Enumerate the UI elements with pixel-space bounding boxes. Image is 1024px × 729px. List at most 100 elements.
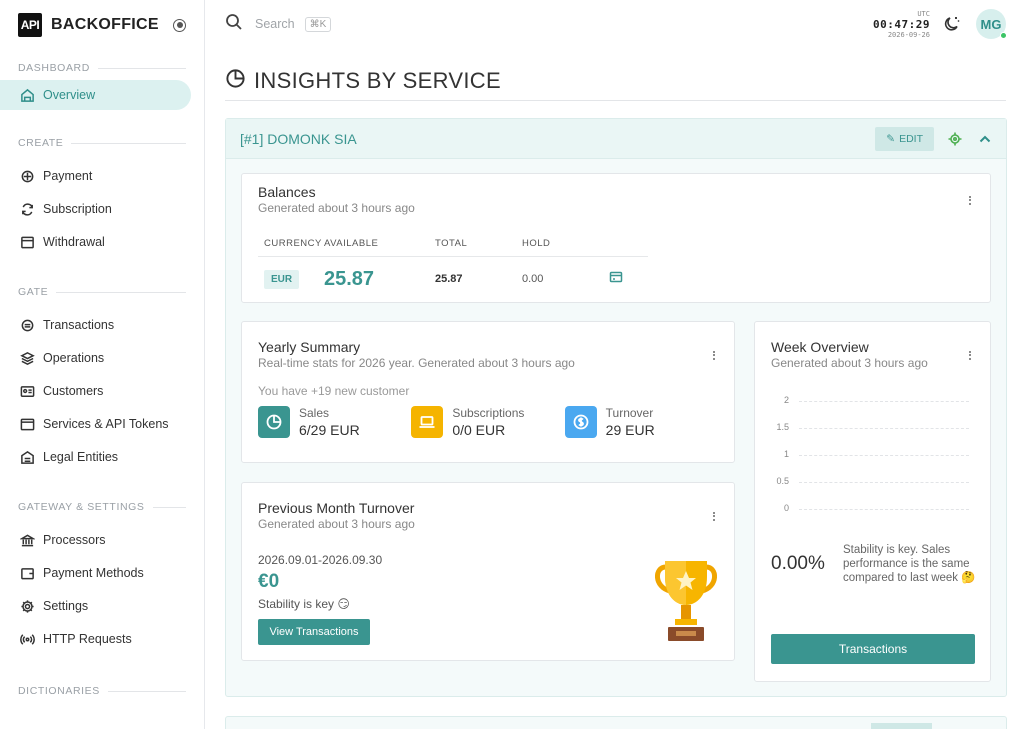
yearly-summary-card: Yearly Summary Real-time stats for 2026 …: [241, 321, 735, 463]
card-title: Balances: [258, 184, 316, 200]
grid-line: [799, 482, 969, 483]
card-title: Yearly Summary: [258, 339, 361, 355]
dollar-icon: [564, 406, 597, 438]
view-transactions-button[interactable]: View Transactions: [258, 619, 370, 645]
week-change-percent: 0.00%: [771, 553, 825, 574]
sidebar-item-label: Payment Methods: [43, 566, 144, 580]
stability-note: Stability is key 😏: [258, 597, 350, 611]
card-details-icon[interactable]: [609, 270, 623, 289]
card-subtitle: Generated about 3 hours ago: [258, 517, 415, 531]
y-tick-label: 0.5: [776, 476, 789, 486]
card-subtitle: Generated about 3 hours ago: [771, 356, 928, 370]
section-label-gate: GATE: [0, 282, 204, 302]
brand-logo: API: [18, 13, 42, 37]
sidebar-item-customers[interactable]: Customers: [0, 376, 191, 406]
stats-row: Sales 6/29 EUR Subscriptions 0/0 EUR Tur…: [258, 406, 718, 438]
grid-line: [799, 509, 969, 510]
grid-line: [799, 401, 969, 402]
turnover-amount: €0: [258, 571, 280, 592]
pie-chart-icon: [225, 68, 254, 94]
sidebar-item-subscription[interactable]: Subscription: [0, 194, 191, 224]
chevron-up-icon[interactable]: [978, 132, 992, 146]
refresh-icon: [19, 201, 35, 217]
y-tick-label: 2: [783, 395, 789, 405]
sidebar-item-operations[interactable]: Operations: [0, 343, 191, 373]
total-value: 25.87: [435, 273, 463, 285]
sidebar-item-label: Services & API Tokens: [43, 417, 169, 431]
sidebar-item-transactions[interactable]: Transactions: [0, 310, 191, 340]
next-service-panel: [225, 716, 1007, 729]
transactions-icon: [19, 317, 35, 333]
y-tick-label: 0: [783, 503, 789, 513]
pie-chart-icon: [258, 406, 290, 438]
edit-button[interactable]: [871, 723, 932, 729]
stat-turnover: Turnover 29 EUR: [564, 406, 718, 438]
grid-line: [799, 455, 969, 456]
y-tick-label: 1.5: [776, 422, 789, 432]
more-options-icon[interactable]: [968, 194, 972, 206]
page-title: INSIGHTS BY SERVICE: [225, 68, 1006, 101]
withdrawal-icon: [19, 234, 35, 250]
week-note: Stability is key. Sales performance is t…: [843, 544, 976, 584]
payment-icon: [19, 168, 35, 184]
new-customers-note: You have +19 new customer: [258, 384, 410, 398]
more-options-icon[interactable]: [968, 349, 972, 361]
sidebar-item-services-api-tokens[interactable]: Services & API Tokens: [0, 409, 191, 439]
available-value: 25.87: [324, 267, 375, 290]
sidebar-item-label: Legal Entities: [43, 450, 119, 464]
sidebar-item-http-requests[interactable]: HTTP Requests: [0, 624, 191, 654]
building-icon: [19, 449, 35, 465]
main-content: Search ⌘K UTC 00:47:29 2026-09-26 MG INS…: [205, 0, 1024, 729]
wallet-icon: [19, 565, 35, 581]
browser-icon: [19, 416, 35, 432]
sidebar-item-label: Withdrawal: [43, 235, 105, 249]
theme-toggle-icon[interactable]: [942, 14, 962, 34]
sidebar-item-withdrawal[interactable]: Withdrawal: [0, 227, 191, 257]
online-status-dot: [1000, 32, 1007, 39]
transactions-button[interactable]: Transactions: [771, 634, 975, 664]
stat-sales: Sales 6/29 EUR: [258, 406, 411, 438]
sidebar-item-legal-entities[interactable]: Legal Entities: [0, 442, 191, 472]
previous-month-card: Previous Month Turnover Generated about …: [241, 482, 735, 661]
sidebar-item-label: Subscription: [43, 202, 112, 216]
sidebar-item-label: Transactions: [43, 318, 115, 332]
service-header: [#1] DOMONK SIA ✎ EDIT: [226, 119, 1006, 159]
sidebar-item-settings[interactable]: Settings: [0, 591, 191, 621]
grid-line: [799, 428, 969, 429]
card-subtitle: Real-time stats for 2026 year. Generated…: [258, 356, 575, 370]
service-name: [#1] DOMONK SIA: [240, 130, 357, 147]
hold-value: 0.00: [522, 273, 544, 285]
search-shortcut: ⌘K: [304, 16, 332, 32]
currency-badge: EUR: [264, 270, 300, 289]
sidebar-item-payment-methods[interactable]: Payment Methods: [0, 558, 191, 588]
sidebar-item-payment[interactable]: Payment: [0, 161, 191, 191]
sidebar-item-overview[interactable]: Overview: [0, 80, 191, 110]
more-options-icon[interactable]: [712, 349, 716, 361]
sidebar-item-processors[interactable]: Processors: [0, 525, 191, 555]
sidebar-item-label: Operations: [43, 351, 105, 365]
search-icon[interactable]: [225, 13, 243, 36]
card-title: Previous Month Turnover: [258, 500, 415, 516]
locate-icon[interactable]: [948, 132, 962, 146]
more-options-icon[interactable]: [712, 510, 716, 522]
brand: API BACKOFFICE: [0, 0, 204, 50]
edit-button[interactable]: ✎ EDIT: [875, 126, 934, 151]
card-title: Week Overview: [771, 339, 869, 355]
date-range: 2026.09.01-2026.09.30: [258, 553, 383, 567]
id-card-icon: [19, 383, 35, 399]
sidebar-item-label: Processors: [43, 533, 106, 547]
sidebar-item-label: Settings: [43, 599, 89, 613]
trophy-icon: [652, 557, 720, 647]
home-icon: [19, 87, 35, 103]
sidebar-toggle-icon[interactable]: [173, 18, 186, 32]
sidebar: API BACKOFFICE DASHBOARD Overview CREATE…: [0, 0, 205, 729]
section-label-gateway-settings: GATEWAY & SETTINGS: [0, 497, 204, 517]
search-input[interactable]: Search: [255, 17, 295, 31]
broadcast-icon: [19, 631, 35, 647]
avatar[interactable]: MG: [976, 9, 1007, 39]
sidebar-item-label: HTTP Requests: [43, 632, 132, 646]
laptop-icon: [411, 406, 444, 438]
brand-name: BACKOFFICE: [51, 16, 159, 33]
table-row: EUR 25.87 25.87 0.00: [258, 257, 648, 301]
sidebar-item-label: Overview: [43, 88, 96, 102]
